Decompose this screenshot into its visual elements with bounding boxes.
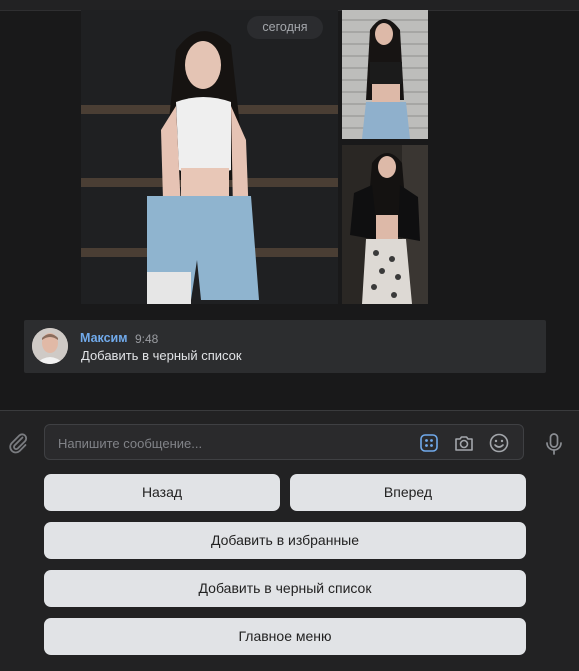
photo-top-right[interactable]: [342, 10, 428, 139]
add-to-blacklist-button[interactable]: Добавить в черный список: [44, 570, 526, 607]
avatar[interactable]: [32, 328, 68, 364]
date-separator: сегодня: [247, 16, 323, 39]
attach-icon[interactable]: [6, 431, 30, 455]
microphone-icon[interactable]: [543, 432, 565, 456]
add-to-favorites-button[interactable]: Добавить в избранные: [44, 522, 526, 559]
emoji-icon[interactable]: [488, 432, 510, 454]
message-author[interactable]: Максим: [80, 331, 128, 345]
photo-main[interactable]: [81, 10, 338, 304]
message-input-placeholder: Напишите сообщение...: [58, 436, 203, 451]
message-time: 9:48: [135, 332, 159, 346]
back-button[interactable]: Назад: [44, 474, 280, 511]
message-text: Добавить в черный список: [81, 348, 242, 363]
message-input[interactable]: Напишите сообщение...: [44, 424, 524, 460]
message-item[interactable]: Максим 9:48 Добавить в черный список: [24, 320, 546, 373]
forward-button[interactable]: Вперед: [290, 474, 526, 511]
bot-keyboard-icon[interactable]: [418, 432, 440, 454]
composer-panel: Напишите сообщение... Назад Вперед Добав…: [0, 410, 579, 671]
photo-bottom-right[interactable]: [342, 145, 428, 304]
camera-icon[interactable]: [453, 432, 475, 454]
main-menu-button[interactable]: Главное меню: [44, 618, 526, 655]
